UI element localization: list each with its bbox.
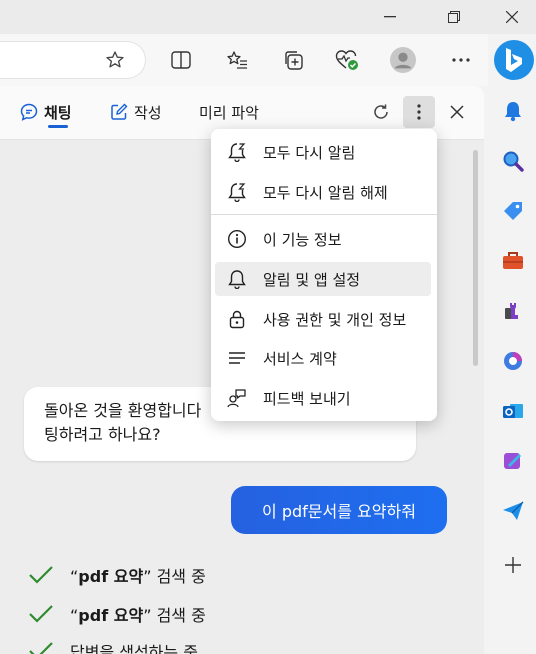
sidebar-search[interactable]	[500, 148, 526, 174]
tab-compose-label: 작성	[134, 103, 162, 122]
star-icon	[106, 51, 124, 68]
lock-icon	[225, 307, 249, 331]
tab-compose[interactable]: 작성	[110, 100, 162, 124]
menu-item-snooze-all[interactable]: 모두 다시 알림	[215, 135, 431, 169]
sidebar-send[interactable]	[500, 498, 526, 524]
profile-avatar-button[interactable]	[390, 47, 416, 73]
menu-item-notification-settings[interactable]: 알림 및 앱 설정	[215, 262, 431, 296]
check-icon	[29, 642, 53, 654]
menu-item-label: 모두 다시 알림	[263, 143, 356, 162]
split-screen-icon	[171, 51, 191, 69]
more-horizontal-icon	[452, 58, 470, 62]
active-tab-indicator	[48, 125, 68, 128]
tab-chat-label: 채팅	[44, 103, 72, 122]
browser-toolbar	[0, 34, 488, 86]
sidebar-add[interactable]	[500, 552, 526, 578]
bell-icon	[225, 267, 249, 291]
menu-item-label: 피드백 보내기	[263, 389, 351, 408]
chat-icon	[20, 103, 38, 121]
more-options-menu: 모두 다시 알림 모두 다시 알림 해제 이 기능 정보 알림 및 앱 설정 사…	[211, 129, 437, 421]
feedback-icon	[225, 386, 249, 410]
menu-item-label: 모두 다시 알림 해제	[263, 183, 388, 202]
search-keyword: pdf 요약	[78, 606, 144, 625]
menu-item-label: 사용 권한 및 개인 정보	[263, 310, 407, 329]
more-vertical-icon	[417, 104, 421, 120]
menu-item-permissions-privacy[interactable]: 사용 권한 및 개인 정보	[215, 302, 431, 336]
outlook-icon	[503, 404, 523, 418]
refresh-icon	[374, 104, 388, 119]
outgoing-message: 이 pdf문서를 요약하줘	[231, 486, 447, 534]
tab-chat[interactable]: 채팅	[20, 100, 72, 124]
menu-item-label: 이 기능 정보	[263, 230, 342, 249]
menu-item-service-agreement[interactable]: 서비스 계약	[215, 341, 431, 375]
compose-icon	[111, 103, 128, 120]
bell-snooze-icon	[225, 140, 249, 164]
generating-status: 답변을 생성하는 중...	[28, 638, 213, 654]
heart-pulse-icon	[335, 50, 358, 70]
window-titlebar	[0, 0, 536, 34]
restore-button[interactable]	[442, 6, 466, 28]
check-icon	[29, 566, 53, 584]
settings-more-button[interactable]	[448, 47, 474, 73]
panel-scrollbar[interactable]	[473, 150, 478, 366]
restore-icon	[448, 11, 460, 23]
tag-icon	[504, 202, 522, 220]
more-options-button[interactable]	[403, 96, 435, 128]
tab-insights[interactable]: 미리 파악	[193, 100, 259, 124]
designer-icon	[504, 453, 521, 469]
close-icon	[506, 11, 518, 23]
favorites-button[interactable]	[224, 47, 250, 73]
close-icon	[450, 105, 464, 119]
toolbox-icon	[503, 252, 523, 269]
bing-copilot-button[interactable]	[494, 40, 534, 80]
send-icon	[503, 501, 524, 520]
favorites-list-icon	[227, 51, 247, 69]
info-icon	[225, 227, 249, 251]
menu-item-label: 서비스 계약	[263, 349, 337, 368]
sidebar-designer[interactable]	[500, 448, 526, 474]
generating-text: 답변을 생성하는 중...	[70, 643, 214, 654]
status-suffix: 검색 중	[151, 606, 206, 625]
sidebar-shopping[interactable]	[500, 198, 526, 224]
favorite-star-button[interactable]	[102, 47, 128, 73]
search-status-2: “pdf 요약” 검색 중	[28, 601, 206, 627]
sidebar-outlook[interactable]	[500, 398, 526, 424]
menu-item-about-feature[interactable]: 이 기능 정보	[215, 222, 431, 256]
menu-item-label: 알림 및 앱 설정	[263, 270, 361, 289]
plus-icon	[505, 557, 521, 573]
search-keyword: pdf 요약	[78, 567, 144, 586]
avatar	[390, 47, 416, 73]
bell-snooze-icon	[225, 180, 249, 204]
incoming-message-line2: 팅하려고 하나요?	[44, 425, 161, 444]
sidebar-games[interactable]	[500, 298, 526, 324]
tab-insights-label: 미리 파악	[199, 103, 259, 122]
bing-icon	[506, 48, 522, 72]
menu-divider	[211, 214, 437, 215]
check-icon	[29, 605, 53, 623]
bell-icon	[505, 102, 521, 122]
outgoing-message-text: 이 pdf문서를 요약하줘	[262, 502, 416, 521]
browser-essentials-button[interactable]	[334, 47, 360, 73]
refresh-button[interactable]	[365, 96, 397, 128]
list-icon	[225, 346, 249, 370]
close-panel-button[interactable]	[441, 96, 473, 128]
menu-item-send-feedback[interactable]: 피드백 보내기	[215, 381, 431, 415]
search-icon	[503, 151, 524, 172]
menu-item-unsnooze-all[interactable]: 모두 다시 알림 해제	[215, 175, 431, 209]
close-window-button[interactable]	[500, 6, 524, 28]
sidebar-notifications[interactable]	[500, 98, 526, 124]
search-status-1: “pdf 요약” 검색 중	[28, 562, 206, 588]
sidebar-microsoft365[interactable]	[500, 348, 526, 374]
collections-icon	[285, 51, 303, 70]
split-screen-button[interactable]	[168, 47, 194, 73]
chess-rook-icon	[505, 303, 518, 319]
minimize-icon	[384, 16, 396, 18]
minimize-button[interactable]	[378, 6, 402, 28]
m365-icon	[504, 352, 522, 370]
status-suffix: 검색 중	[151, 567, 206, 586]
sidebar-tools[interactable]	[500, 248, 526, 274]
collections-button[interactable]	[280, 47, 306, 73]
